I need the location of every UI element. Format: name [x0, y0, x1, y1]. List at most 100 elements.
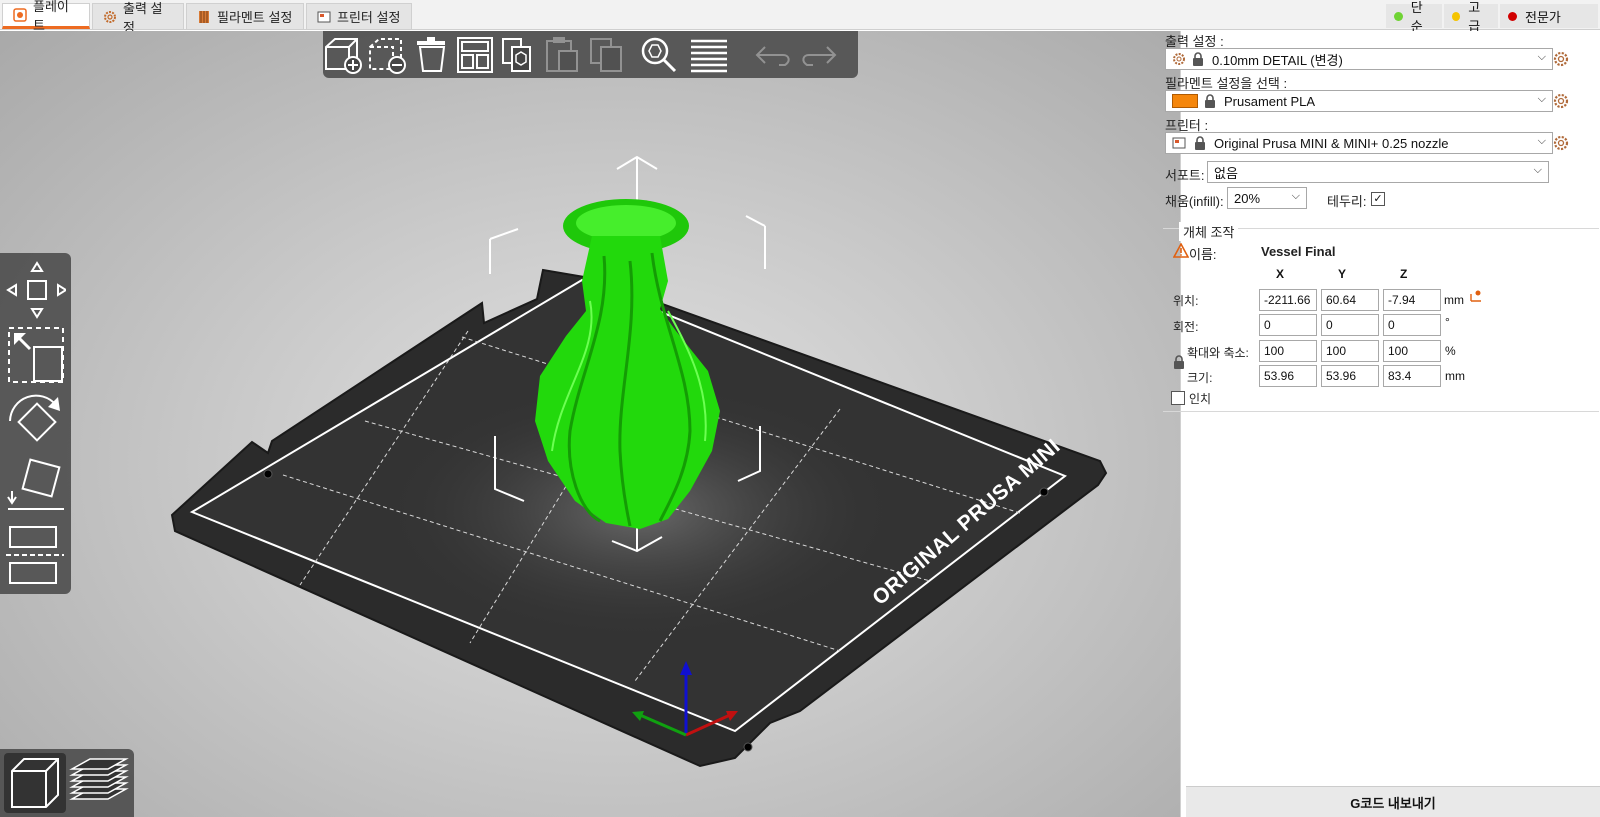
inches-label: 인치 [1189, 392, 1212, 406]
object-name-label: 이름: [1189, 247, 1217, 262]
rotation-label: 회전: [1173, 320, 1199, 334]
3d-view-button[interactable] [4, 753, 66, 813]
search-button[interactable] [639, 35, 681, 75]
printer-gear-button[interactable] [1553, 135, 1569, 151]
redo-button[interactable] [797, 35, 839, 75]
place-on-face-icon [7, 458, 64, 510]
tab-plater-label: 플레이트 [33, 0, 69, 33]
size-label: 크기: [1187, 371, 1213, 385]
view-toggle [0, 749, 134, 817]
print-settings-gear-button[interactable] [1553, 51, 1569, 67]
printer-combo[interactable]: Original Prusa MINI & MINI+ 0.25 nozzle … [1165, 132, 1553, 154]
size-z-field[interactable]: 83.4 [1383, 365, 1441, 387]
tab-printer-settings-label: 프린터 설정 [337, 10, 401, 25]
mode-advanced[interactable]: 고급 [1444, 0, 1498, 34]
inches-checkbox[interactable] [1171, 391, 1185, 405]
object-name-value: Vessel Final [1261, 244, 1336, 259]
filament-gear-button[interactable] [1553, 93, 1569, 109]
tab-filament-settings[interactable]: 필라멘트 설정 [186, 3, 304, 29]
scene-top-toolbar [323, 31, 858, 78]
paste-button[interactable] [543, 35, 585, 75]
export-gcode-button[interactable]: G코드 내보내기 [1186, 786, 1600, 817]
lock-icon[interactable] [1173, 355, 1185, 372]
arrange-button[interactable] [455, 35, 497, 75]
chevron-down-icon: ⌵ [1537, 93, 1546, 105]
print-settings-gear-icon [103, 10, 117, 24]
scale-icon [8, 327, 64, 383]
lock-icon [1205, 94, 1215, 108]
position-y-field[interactable]: 60.64 [1321, 289, 1379, 311]
delete-object-button[interactable] [367, 35, 409, 75]
move-icon [6, 261, 68, 319]
mode-simple-label: 단순 [1410, 0, 1423, 34]
add-instance-button[interactable] [587, 35, 629, 75]
mode-simple[interactable]: 단순 [1386, 0, 1442, 34]
tab-printer-settings[interactable]: 프린터 설정 [306, 3, 412, 29]
tab-print-settings[interactable]: 출력 설정 [92, 1, 184, 35]
tab-plater[interactable]: 플레이트 [2, 0, 90, 33]
filament-combo[interactable]: Prusament PLA ⌵ [1165, 90, 1553, 112]
3d-world: ORIGINAL PRUSA MINI [170, 155, 1108, 768]
infill-combo[interactable]: 20% ⌵ [1227, 187, 1307, 209]
mode-expert[interactable]: 전문가 [1500, 4, 1598, 28]
size-y-field[interactable]: 53.96 [1321, 365, 1379, 387]
support-combo[interactable]: 없음 ⌵ [1207, 161, 1549, 183]
brim-checkbox[interactable]: ✓ [1371, 192, 1385, 206]
sliced-layers-icon [69, 758, 129, 800]
rotate-icon [9, 394, 60, 442]
printer-icon [317, 10, 331, 24]
chevron-down-icon: ⌵ [1291, 190, 1300, 202]
scale-z-field[interactable]: 100 [1383, 340, 1441, 362]
size-x-field[interactable]: 53.96 [1259, 365, 1317, 387]
lock-icon [1193, 52, 1203, 66]
mode-advanced-label: 고급 [1468, 0, 1481, 34]
rotation-unit: ° [1445, 315, 1450, 329]
drop-to-bed-icon[interactable] [1469, 289, 1483, 306]
undo-button[interactable] [753, 35, 795, 75]
rotation-y-field[interactable]: 0 [1321, 314, 1379, 336]
scale-y-field[interactable]: 100 [1321, 340, 1379, 362]
scale-x-field[interactable]: 100 [1259, 340, 1317, 362]
support-label: 서포트: [1165, 168, 1205, 183]
filament-spool-icon [197, 10, 211, 24]
print-settings-combo[interactable]: 0.10mm DETAIL (변경) ⌵ [1165, 48, 1553, 70]
filament-color-swatch [1172, 94, 1198, 108]
copy-icon [502, 38, 531, 72]
printer-value: Original Prusa MINI & MINI+ 0.25 nozzle [1214, 135, 1449, 151]
position-unit: mm [1444, 293, 1464, 307]
bed-hole [1039, 487, 1049, 497]
support-value: 없음 [1214, 165, 1238, 181]
move-tool-button[interactable] [6, 259, 68, 319]
position-z-field[interactable]: -7.94 [1383, 289, 1441, 311]
gear-icon [1553, 135, 1569, 151]
variable-layer-height-button[interactable] [689, 35, 731, 75]
cut-icon [6, 526, 64, 584]
layers-icon [691, 39, 727, 73]
scene-left-toolbar [0, 253, 71, 594]
rotation-z-field[interactable]: 0 [1383, 314, 1441, 336]
undo-icon [755, 46, 790, 66]
print-settings-value: 0.10mm DETAIL (변경) [1212, 52, 1343, 68]
object-manipulation-box [1163, 228, 1599, 412]
scale-unit: % [1445, 344, 1456, 358]
add-object-button[interactable] [323, 35, 365, 75]
delete-all-button[interactable] [411, 35, 453, 75]
place-on-face-button[interactable] [6, 457, 66, 517]
filament-value: Prusament PLA [1224, 93, 1316, 109]
object-manipulation-title: 개체 조작 [1179, 222, 1239, 241]
position-label: 위치: [1173, 294, 1199, 308]
cut-tool-button[interactable] [6, 523, 66, 587]
3d-scene-canvas[interactable]: ORIGINAL PRUSA MINI [0, 31, 1180, 817]
scale-tool-button[interactable] [6, 325, 66, 385]
top-tab-bar: 플레이트 출력 설정 필라멘트 설정 프린터 설정 단순 고급 전문가 [0, 0, 1600, 35]
position-x-field[interactable]: -2211.66 [1259, 289, 1317, 311]
trash-icon [417, 37, 446, 72]
copy-button[interactable] [499, 35, 541, 75]
vase-object[interactable] [535, 199, 720, 529]
mode-advanced-dot [1452, 11, 1461, 21]
redo-icon [802, 46, 837, 66]
lock-icon [1195, 136, 1205, 150]
rotation-x-field[interactable]: 0 [1259, 314, 1317, 336]
rotate-tool-button[interactable] [6, 391, 66, 451]
preview-view-button[interactable] [68, 753, 130, 813]
